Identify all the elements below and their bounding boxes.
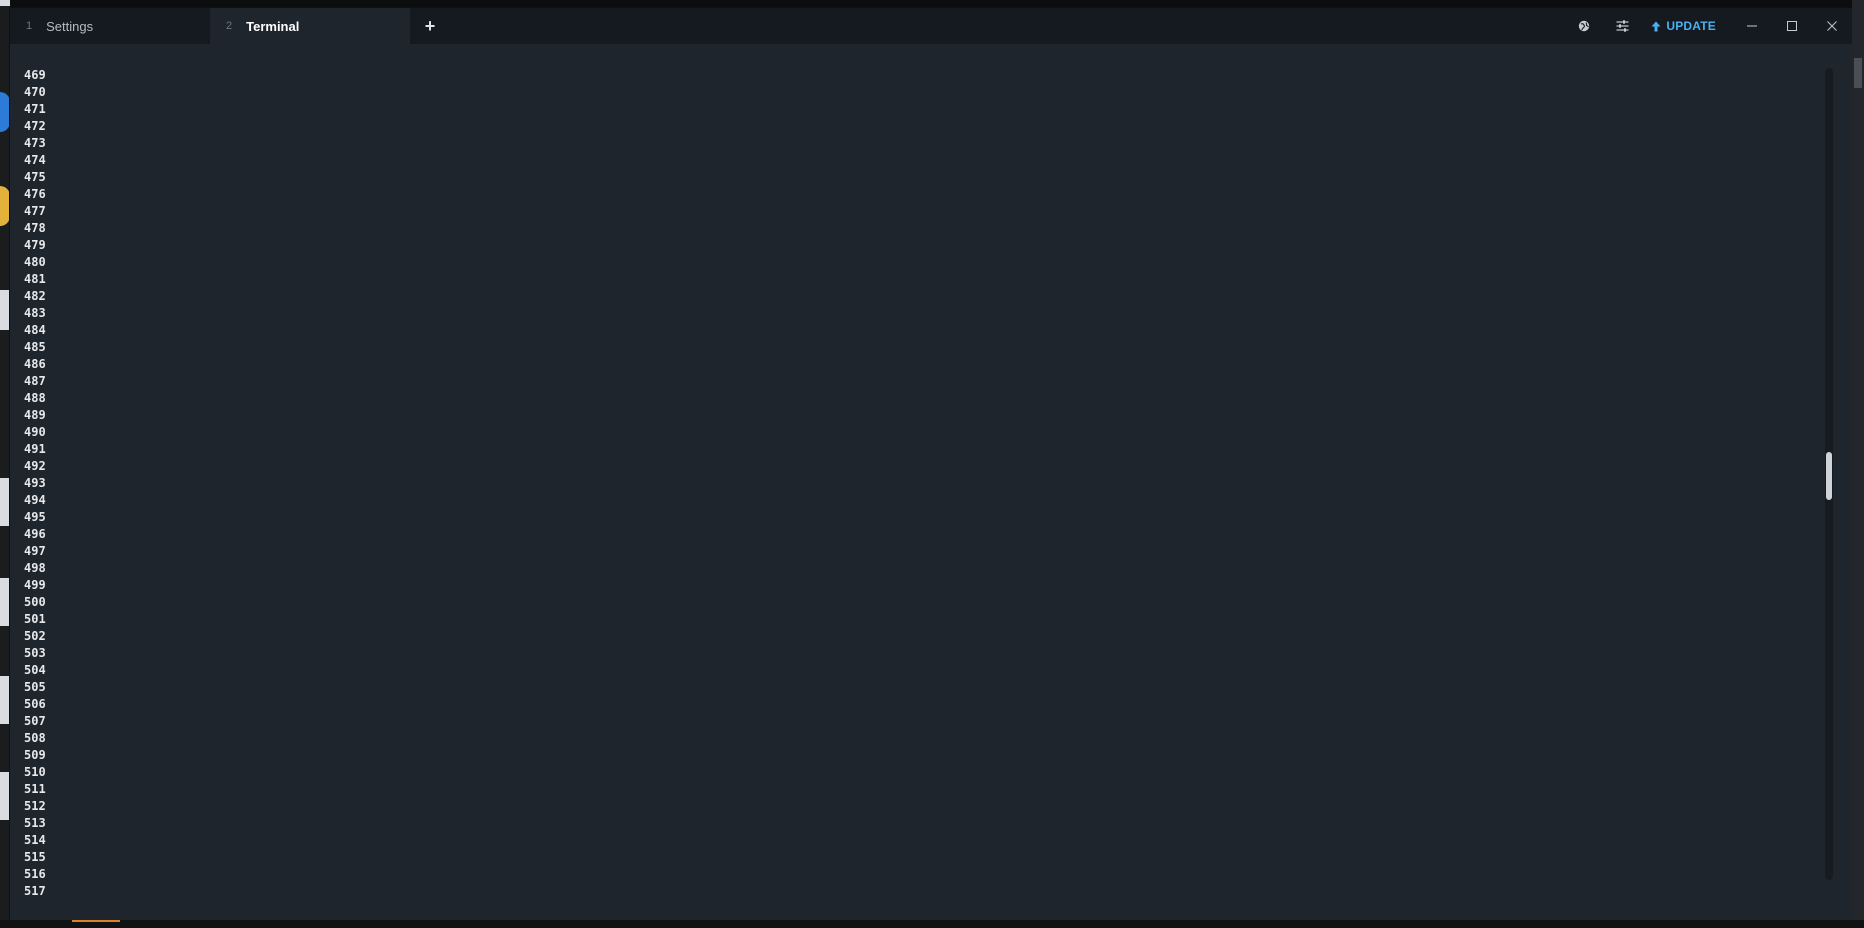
terminal-line-number: 482 (24, 289, 46, 303)
desktop-icon[interactable] (0, 478, 10, 526)
close-button[interactable] (1812, 8, 1852, 44)
desktop-icon[interactable] (0, 578, 10, 626)
minimize-icon (1747, 25, 1757, 27)
terminal-app-window: 1 Settings 2 Terminal + UPDATE 469 470 4… (10, 8, 1852, 920)
terminal-output[interactable]: 469 470 471 472 473 474 475 476 477 478 479 480 481 4… (10, 44, 1852, 920)
taskbar-active-indicator (72, 920, 120, 922)
line-number-list: 469 470 471 472 473 474 475 476 477 478 479 480 481 4… (24, 67, 46, 900)
terminal-line-number: 499 (24, 578, 46, 592)
desktop-background (0, 0, 10, 928)
tab-number: 1 (26, 20, 33, 32)
terminal-line-number: 505 (24, 680, 46, 694)
terminal-line-number: 480 (24, 255, 46, 269)
terminal-line-number: 516 (24, 867, 46, 881)
terminal-line-number: 515 (24, 850, 46, 864)
terminal-line-number: 488 (24, 391, 46, 405)
terminal-line-number: 475 (24, 170, 46, 184)
terminal-line-number: 484 (24, 323, 46, 337)
desktop-icon[interactable] (0, 0, 10, 6)
terminal-line-number: 470 (24, 85, 46, 99)
tab-label: Settings (46, 18, 94, 34)
new-tab-button[interactable]: + (410, 8, 450, 44)
terminal-line-number: 500 (24, 595, 46, 609)
terminal-line-number: 517 (24, 884, 46, 898)
tab-label: Terminal (246, 18, 300, 34)
terminal-line-number: 492 (24, 459, 46, 473)
terminal-line-number: 497 (24, 544, 46, 558)
terminal-line-number: 509 (24, 748, 46, 762)
terminal-line-number: 489 (24, 408, 46, 422)
maximize-icon (1787, 21, 1797, 31)
desktop-icon[interactable] (0, 772, 10, 820)
desktop-icon[interactable] (0, 676, 10, 724)
terminal-line-number: 502 (24, 629, 46, 643)
tab-settings[interactable]: 1 Settings (10, 8, 210, 44)
taskbar-edge (0, 920, 1864, 928)
terminal-line-number: 496 (24, 527, 46, 541)
tab-bar: 1 Settings 2 Terminal + UPDATE (10, 8, 1852, 44)
terminal-line-number: 510 (24, 765, 46, 779)
scrollbar-thumb[interactable] (1826, 452, 1832, 500)
terminal-line-number: 514 (24, 833, 46, 847)
globe-icon (1579, 20, 1590, 32)
terminal-line-number: 508 (24, 731, 46, 745)
terminal-line-number: 473 (24, 136, 46, 150)
terminal-line-number: 494 (24, 493, 46, 507)
terminal-line-number: 474 (24, 153, 46, 167)
arrow-up-icon (1651, 21, 1661, 31)
drag-region[interactable] (450, 8, 1565, 44)
terminal-line-number: 493 (24, 476, 46, 490)
plus-icon: + (424, 15, 436, 36)
maximize-button[interactable] (1772, 8, 1812, 44)
terminal-line-number: 501 (24, 612, 46, 626)
tab-number: 2 (226, 20, 233, 32)
minimize-button[interactable] (1732, 8, 1772, 44)
terminal-line-number: 481 (24, 272, 46, 286)
desktop-icon[interactable] (0, 290, 10, 330)
terminal-line-number: 472 (24, 119, 46, 133)
background-scrollbar-thumb (1854, 58, 1862, 88)
globe-button[interactable] (1565, 8, 1603, 44)
terminal-line-number: 503 (24, 646, 46, 660)
terminal-line-number: 486 (24, 357, 46, 371)
terminal-line-number: 479 (24, 238, 46, 252)
terminal-line-number: 498 (24, 561, 46, 575)
update-button[interactable]: UPDATE (1641, 8, 1732, 44)
background-scrollbar (1852, 0, 1864, 928)
terminal-line-number: 513 (24, 816, 46, 830)
terminal-line-number: 477 (24, 204, 46, 218)
terminal-line-number: 485 (24, 340, 46, 354)
terminal-line-number: 483 (24, 306, 46, 320)
desktop-icon[interactable] (0, 92, 10, 132)
terminal-line-number: 504 (24, 663, 46, 677)
settings-button[interactable] (1603, 8, 1641, 44)
terminal-line-number: 487 (24, 374, 46, 388)
close-icon (1827, 21, 1837, 31)
terminal-line-number: 476 (24, 187, 46, 201)
desktop-icon[interactable] (0, 186, 10, 226)
terminal-line-number: 511 (24, 782, 46, 796)
scrollbar[interactable] (1825, 68, 1833, 880)
update-label: UPDATE (1666, 19, 1716, 33)
terminal-line-number: 471 (24, 102, 46, 116)
terminal-line-number: 507 (24, 714, 46, 728)
terminal-line-number: 469 (24, 68, 46, 82)
terminal-line-number: 512 (24, 799, 46, 813)
sliders-icon (1616, 20, 1629, 32)
terminal-line-number: 490 (24, 425, 46, 439)
terminal-line-number: 478 (24, 221, 46, 235)
terminal-line-number: 491 (24, 442, 46, 456)
terminal-line-number: 506 (24, 697, 46, 711)
terminal-line-number: 495 (24, 510, 46, 524)
tab-terminal[interactable]: 2 Terminal (210, 8, 410, 44)
